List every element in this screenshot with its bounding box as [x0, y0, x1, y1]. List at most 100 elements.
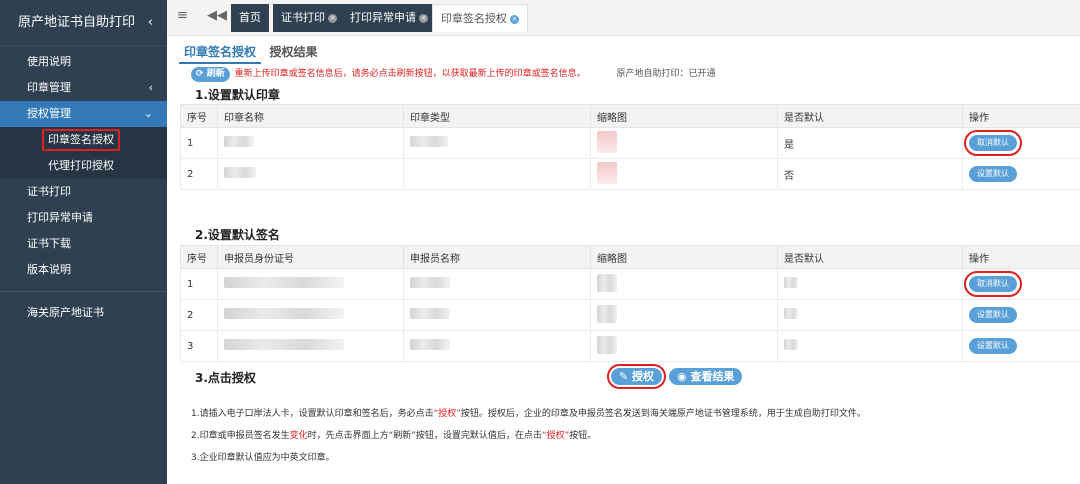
- status-text: 原产地自助打印：已开通: [616, 69, 716, 79]
- sidebar-item-print-exception[interactable]: 打印异常申请: [0, 205, 167, 231]
- table-header-row: 序号 印章名称 印章类型 缩略图 是否默认 操作: [180, 104, 1080, 128]
- tip-text: 1.请插入电子口岸法人卡，设置默认印章和签名后，务必点击: [191, 409, 434, 419]
- close-icon[interactable]: ×: [510, 14, 519, 24]
- sidebar-item-label: 授权管理: [27, 107, 71, 120]
- sidebar-item-customs-cert[interactable]: 海关原产地证书: [0, 300, 167, 326]
- row-number: 3: [180, 330, 218, 362]
- set-default-button[interactable]: 设置默认: [969, 338, 1017, 354]
- redacted-text: [784, 339, 798, 350]
- tip-text: 时，先点击界面上方“刷新”按钮，设置完默认值后，在点击: [307, 431, 542, 441]
- tab-home[interactable]: 首页: [231, 4, 269, 32]
- authorize-button[interactable]: ✎ 授权: [606, 364, 667, 389]
- tab-print-exception[interactable]: 打印异常申请 ×: [342, 4, 436, 32]
- row-number: 2: [180, 299, 218, 331]
- sidebar-item-authorization[interactable]: 授权管理 ⌄: [0, 101, 167, 127]
- tip-text: 按钮。: [569, 431, 597, 441]
- tab-bar: ≡ ◀◀ 首页 证书打印 × 打印异常申请 × 印章签名授权 ×: [167, 0, 1080, 36]
- wrench-icon: ✎: [619, 370, 633, 383]
- table-row: 1 是 取消默认: [180, 127, 1080, 159]
- sidebar-subitem-proxy-print-auth[interactable]: 代理打印授权: [0, 153, 167, 179]
- signature-thumbnail: [597, 335, 617, 354]
- close-icon[interactable]: ×: [328, 13, 337, 23]
- tip-2: 2.印章或申报员签名发生变化时，先点击界面上方“刷新”按钮，设置完默认值后，在点…: [191, 428, 596, 441]
- column-header: 操作: [962, 245, 1080, 269]
- view-result-button[interactable]: ◉ 查看结果: [669, 368, 743, 385]
- notice-bar: ⟳ 刷新 重新上传印章或签名信息后，请务必点击刷新按钮，以获取最新上传的印章或签…: [191, 67, 715, 82]
- section-title-signature: 2.设置默认签名: [195, 228, 280, 242]
- subtab-seal-signature-auth[interactable]: 印章签名授权: [179, 40, 262, 64]
- chevron-left-icon: ‹: [148, 81, 153, 94]
- refresh-label: 刷新: [206, 69, 225, 79]
- column-header: 印章类型: [403, 104, 591, 128]
- column-header: 申报员身份证号: [217, 245, 404, 269]
- seal-table: 序号 印章名称 印章类型 缩略图 是否默认 操作 1 是 取消默认 2 否 设置…: [180, 104, 1080, 190]
- close-icon[interactable]: ×: [419, 13, 428, 23]
- redacted-text: [784, 308, 798, 319]
- sidebar-item-seal-management[interactable]: 印章管理 ‹: [0, 75, 167, 101]
- tip-highlight: 变化: [289, 431, 308, 441]
- redacted-text: [224, 308, 344, 319]
- tab-label: 印章签名授权: [441, 12, 507, 25]
- tab-label: 首页: [239, 11, 261, 24]
- table-row: 1 取消默认: [180, 268, 1080, 300]
- row-number: 2: [180, 158, 218, 190]
- chevron-down-icon: ⌄: [143, 107, 153, 120]
- column-header: 申报员名称: [403, 245, 591, 269]
- app-title: 原产地证书自助打印: [18, 15, 136, 30]
- sidebar-item-label: 印章签名授权: [42, 129, 120, 151]
- refresh-icon: ⟳: [196, 69, 207, 79]
- view-result-label: 查看结果: [690, 370, 735, 383]
- redacted-text: [224, 167, 256, 178]
- column-header: 缩略图: [590, 245, 778, 269]
- subtab-auth-result[interactable]: 授权结果: [265, 40, 323, 64]
- set-default-button[interactable]: 设置默认: [969, 166, 1017, 182]
- cancel-default-button[interactable]: 取消默认: [964, 130, 1022, 156]
- table-row: 2 否 设置默认: [180, 158, 1080, 190]
- redacted-text: [410, 136, 448, 147]
- sidebar-item-cert-print[interactable]: 证书打印: [0, 179, 167, 205]
- redacted-text: [224, 277, 344, 288]
- table-row: 2 设置默认: [180, 299, 1080, 331]
- menu-icon[interactable]: ≡: [177, 8, 188, 23]
- sidebar-item-version[interactable]: 版本说明: [0, 257, 167, 283]
- signature-thumbnail: [597, 304, 617, 323]
- double-left-arrow-icon[interactable]: ◀◀: [207, 8, 227, 23]
- collapse-icon[interactable]: ‹: [148, 0, 153, 46]
- row-number: 1: [180, 127, 218, 159]
- signature-table: 序号 申报员身份证号 申报员名称 缩略图 是否默认 操作 1 取消默认 2 设置…: [180, 245, 1080, 362]
- tip-1: 1.请插入电子口岸法人卡，设置默认印章和签名后，务必点击“授权”按钮。授权后，企…: [191, 406, 866, 419]
- tab-cert-print[interactable]: 证书打印 ×: [273, 4, 345, 32]
- refresh-button[interactable]: ⟳ 刷新: [191, 67, 230, 82]
- default-flag: 否: [777, 158, 963, 190]
- sidebar-item-label: 印章管理: [27, 81, 71, 94]
- table-row: 3 设置默认: [180, 330, 1080, 362]
- sidebar-header[interactable]: 原产地证书自助打印 ‹: [0, 0, 167, 46]
- subtab-bar: 印章签名授权 授权结果: [179, 40, 323, 64]
- column-header: 是否默认: [777, 104, 963, 128]
- sidebar-item-cert-download[interactable]: 证书下载: [0, 231, 167, 257]
- sidebar-divider: [0, 291, 167, 292]
- set-default-button[interactable]: 设置默认: [969, 307, 1017, 323]
- cancel-default-button[interactable]: 取消默认: [964, 271, 1022, 297]
- redacted-text: [784, 277, 798, 288]
- section-title-authorize: 3.点击授权: [195, 371, 256, 385]
- column-header: 缩略图: [590, 104, 778, 128]
- tip-text: 2.印章或申报员签名发生: [191, 431, 290, 441]
- column-header: 操作: [962, 104, 1080, 128]
- eye-icon: ◉: [677, 370, 691, 383]
- tip-3: 3.企业印章默认值应为中英文印章。: [191, 453, 335, 463]
- tab-label: 证书打印: [281, 11, 325, 24]
- column-header: 是否默认: [777, 245, 963, 269]
- tab-seal-signature-auth[interactable]: 印章签名授权 ×: [432, 4, 528, 32]
- seal-thumbnail: [597, 130, 617, 153]
- redacted-text: [410, 339, 450, 350]
- main-content: 印章签名授权 授权结果 ⟳ 刷新 重新上传印章或签名信息后，请务必点击刷新按钮，…: [167, 36, 1080, 484]
- sidebar-subitem-seal-signature-auth[interactable]: 印章签名授权: [0, 127, 167, 153]
- authorize-label: 授权: [632, 370, 655, 383]
- tip-text: 按钮。授权后，企业的印章及申报员签名发送到海关端原产地证书管理系统，用于生成自助…: [460, 409, 866, 419]
- seal-thumbnail: [597, 161, 617, 184]
- app-window: 原产地证书自助打印 ‹ 使用说明 印章管理 ‹ 授权管理 ⌄ 印章签名授权 代理打印…: [0, 0, 1080, 484]
- redacted-text: [410, 277, 450, 288]
- redacted-text: [410, 308, 450, 319]
- sidebar-item-guide[interactable]: 使用说明: [0, 49, 167, 75]
